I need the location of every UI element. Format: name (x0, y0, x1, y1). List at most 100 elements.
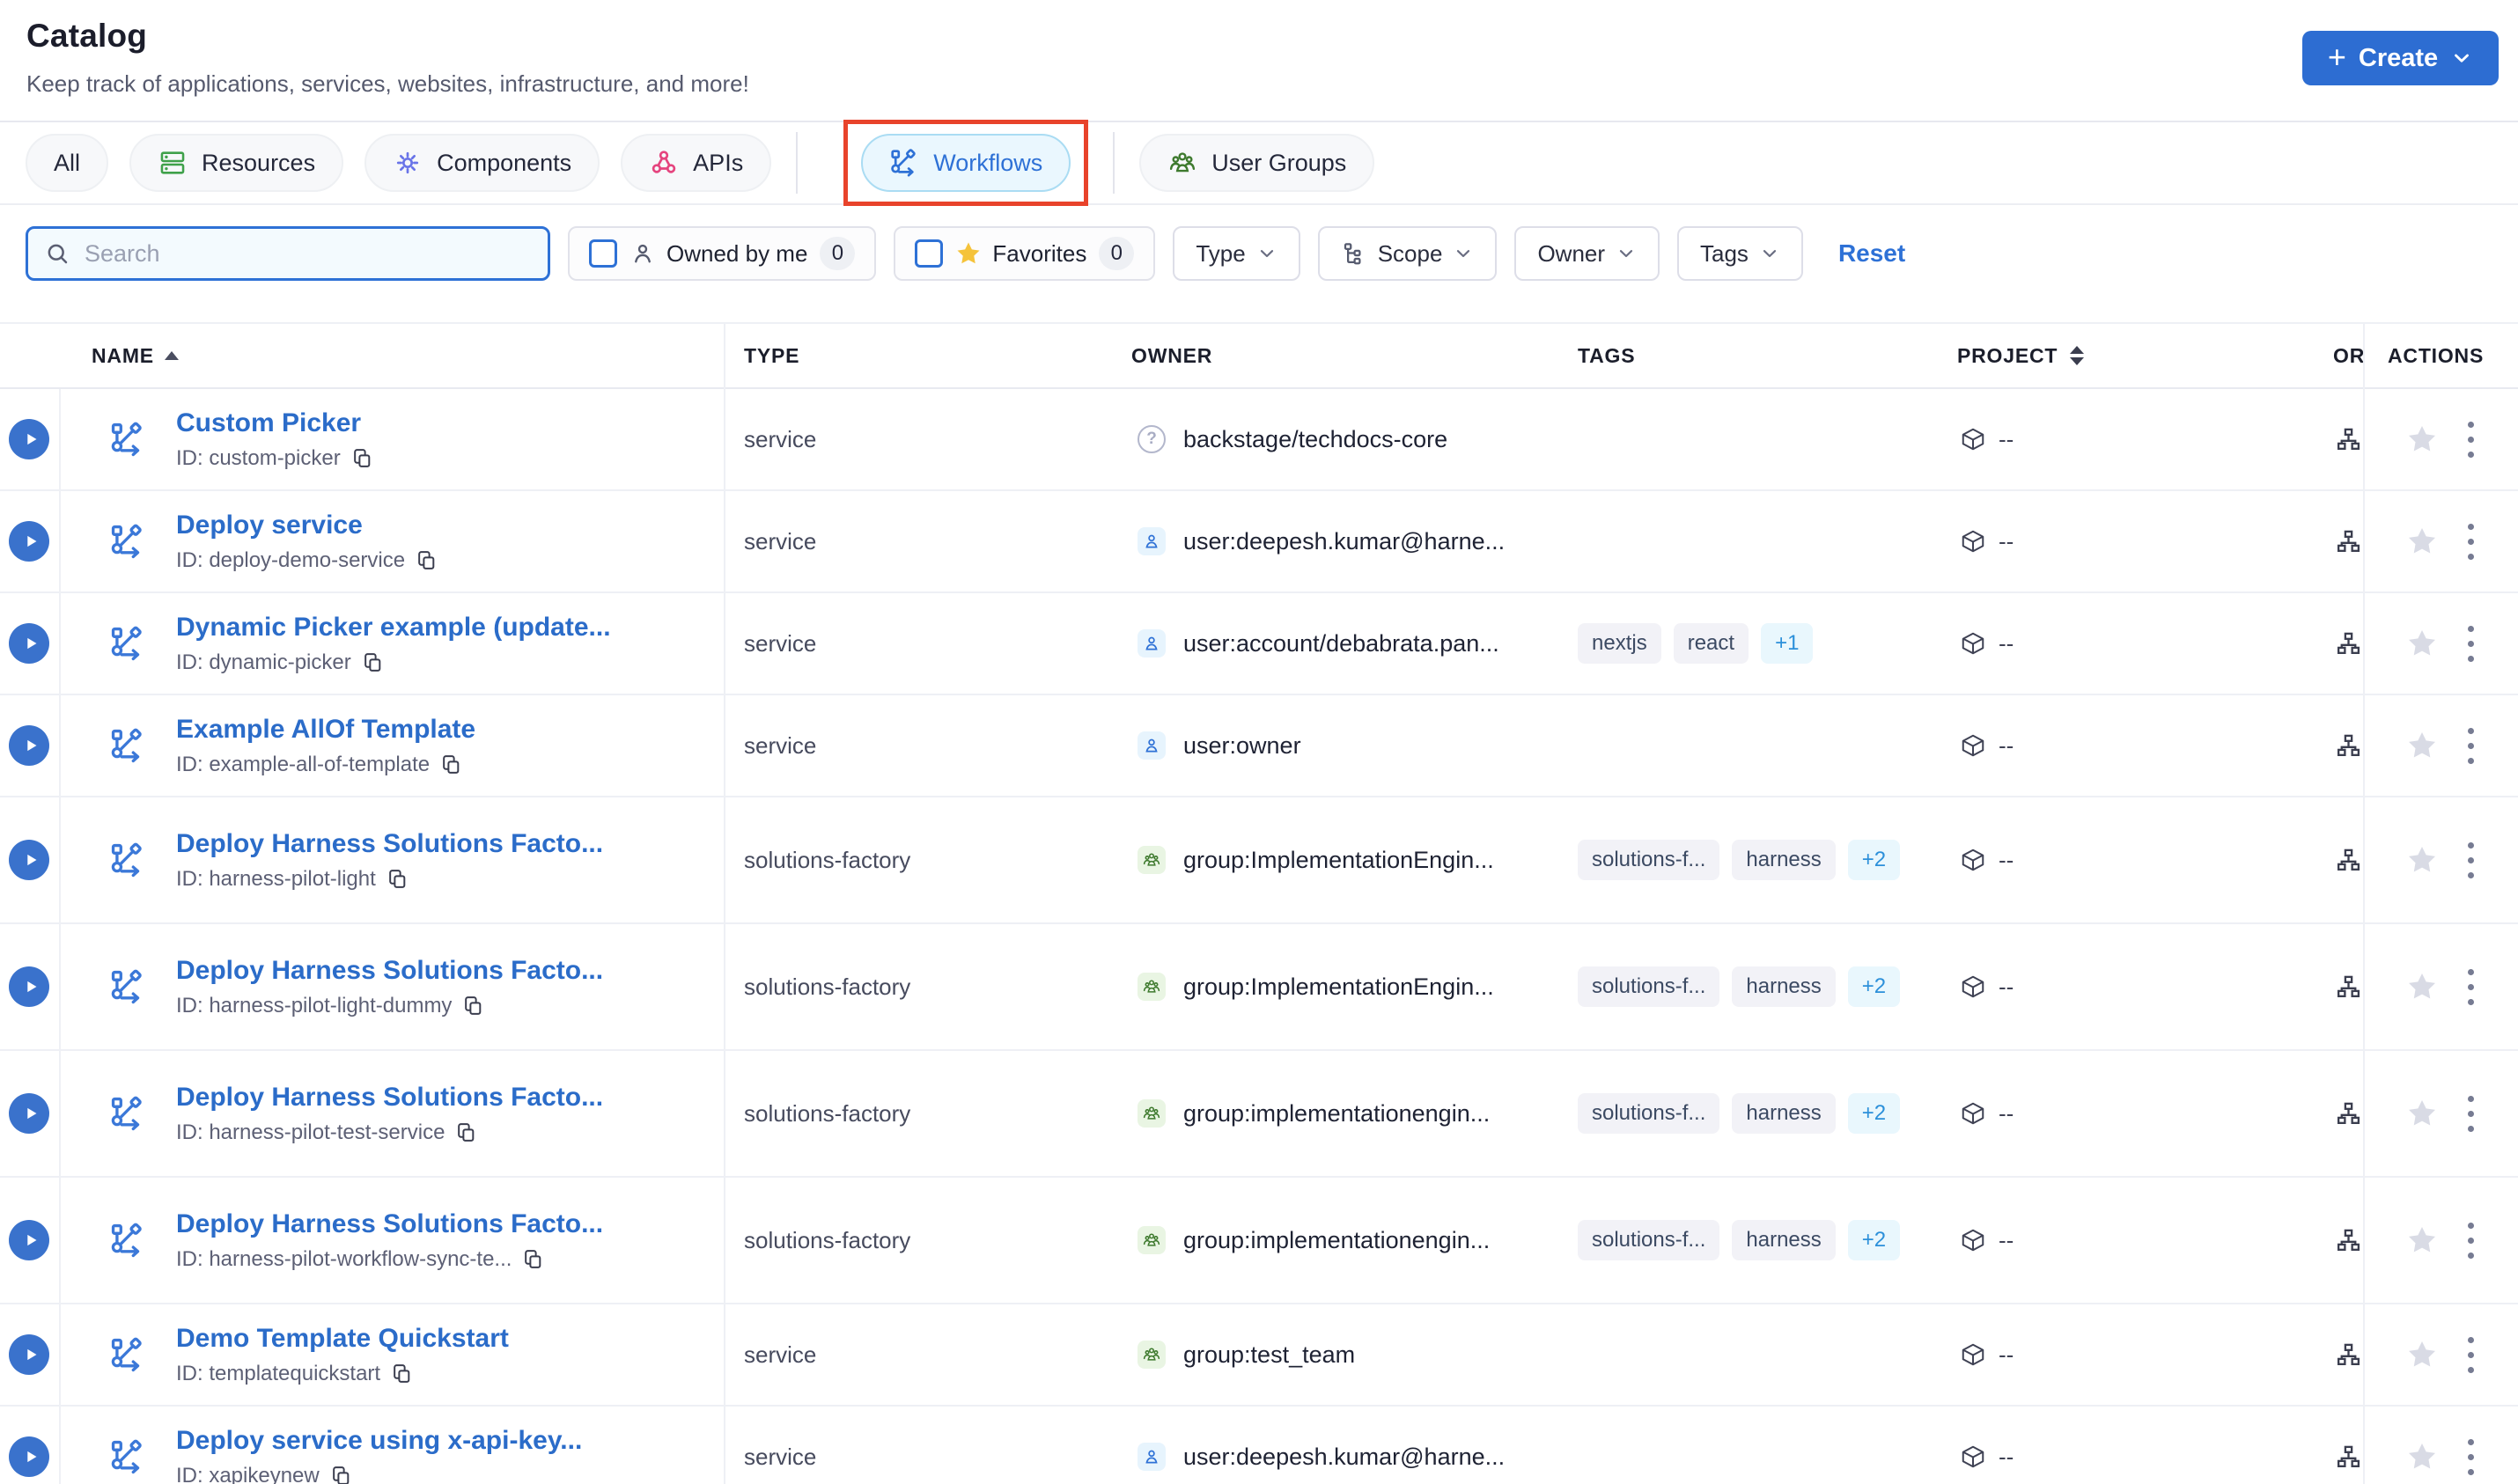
tab-workflows[interactable]: Workflows (861, 134, 1071, 192)
org-chart-icon[interactable] (2335, 1444, 2362, 1471)
favorite-star-icon[interactable] (2406, 1441, 2438, 1473)
column-header-project[interactable]: PROJECT (1957, 324, 2085, 387)
workflow-name-link[interactable]: Deploy Harness Solutions Facto... (176, 1209, 603, 1239)
kebab-menu-icon[interactable] (2464, 1436, 2478, 1479)
tab-resources[interactable]: Resources (129, 134, 344, 192)
tag-pill[interactable]: harness (1732, 840, 1836, 880)
tag-pill[interactable]: react (1673, 623, 1749, 664)
favorite-star-icon[interactable] (2406, 844, 2438, 876)
copy-icon[interactable] (416, 549, 438, 571)
run-workflow-button[interactable] (9, 1220, 49, 1260)
org-chart-icon[interactable] (2335, 630, 2362, 658)
favorite-star-icon[interactable] (2406, 730, 2438, 761)
more-tags-pill[interactable]: +2 (1847, 1220, 1901, 1260)
more-tags-pill[interactable]: +1 (1761, 623, 1814, 664)
favorite-star-icon[interactable] (2406, 423, 2438, 455)
more-tags-pill[interactable]: +2 (1847, 1093, 1901, 1134)
copy-icon[interactable] (440, 753, 462, 775)
tag-pill[interactable]: solutions-f... (1578, 840, 1720, 880)
favorite-star-icon[interactable] (2406, 1098, 2438, 1129)
type-dropdown[interactable]: Type (1173, 226, 1300, 281)
more-tags-pill[interactable]: +2 (1847, 966, 1901, 1007)
copy-icon[interactable] (455, 1121, 477, 1143)
tags-dropdown[interactable]: Tags (1677, 226, 1803, 281)
copy-icon[interactable] (391, 1363, 413, 1385)
kebab-menu-icon[interactable] (2464, 1219, 2478, 1262)
favorite-star-icon[interactable] (2406, 628, 2438, 659)
workflow-name-link[interactable]: Demo Template Quickstart (176, 1324, 509, 1354)
org-chart-icon[interactable] (2335, 1100, 2362, 1128)
run-workflow-button[interactable] (9, 725, 49, 766)
copy-icon[interactable] (387, 868, 409, 890)
run-workflow-button[interactable] (9, 623, 49, 664)
copy-icon[interactable] (351, 447, 373, 469)
search-input[interactable] (83, 239, 532, 268)
tag-pill[interactable]: nextjs (1578, 623, 1661, 664)
org-chart-icon[interactable] (2335, 973, 2362, 1001)
favorite-star-icon[interactable] (2406, 1224, 2438, 1256)
workflow-name-link[interactable]: Dynamic Picker example (update... (176, 613, 611, 643)
org-chart-icon[interactable] (2335, 528, 2362, 555)
owned-by-me-filter[interactable]: Owned by me 0 (568, 226, 877, 281)
owned-by-me-checkbox[interactable] (589, 239, 617, 268)
column-header-type[interactable]: TYPE (744, 324, 799, 387)
org-chart-icon[interactable] (2335, 1341, 2362, 1369)
tab-user-groups[interactable]: User Groups (1139, 134, 1375, 192)
tag-pill[interactable]: harness (1732, 1093, 1836, 1134)
favorite-star-icon[interactable] (2406, 525, 2438, 557)
run-workflow-button[interactable] (9, 1436, 49, 1477)
tag-pill[interactable]: solutions-f... (1578, 966, 1720, 1007)
kebab-menu-icon[interactable] (2464, 1092, 2478, 1135)
tab-apis[interactable]: APIs (621, 134, 772, 192)
kebab-menu-icon[interactable] (2464, 724, 2478, 768)
tag-pill[interactable]: solutions-f... (1578, 1220, 1720, 1260)
run-workflow-button[interactable] (9, 840, 49, 880)
kebab-menu-icon[interactable] (2464, 622, 2478, 665)
workflow-name-link[interactable]: Deploy service using x-api-key... (176, 1426, 582, 1456)
tag-pill[interactable]: harness (1732, 1220, 1836, 1260)
favorites-filter[interactable]: Favorites 0 (894, 226, 1156, 281)
more-tags-pill[interactable]: +2 (1847, 840, 1901, 880)
column-header-name[interactable]: NAME (92, 324, 179, 387)
workflow-name-link[interactable]: Deploy Harness Solutions Facto... (176, 829, 603, 859)
column-header-owner[interactable]: OWNER (1131, 324, 1212, 387)
kebab-menu-icon[interactable] (2464, 839, 2478, 882)
workflow-name-link[interactable]: Deploy Harness Solutions Facto... (176, 956, 603, 986)
tab-all[interactable]: All (26, 134, 109, 192)
workflow-name-link[interactable]: Deploy service (176, 511, 438, 540)
favorite-star-icon[interactable] (2406, 971, 2438, 1003)
kebab-menu-icon[interactable] (2464, 1333, 2478, 1377)
favorite-star-icon[interactable] (2406, 1339, 2438, 1370)
favorites-checkbox[interactable] (915, 239, 944, 268)
scope-dropdown[interactable]: Scope (1317, 226, 1498, 281)
workflow-icon (109, 625, 146, 662)
org-chart-icon[interactable] (2335, 732, 2362, 760)
kebab-menu-icon[interactable] (2464, 418, 2478, 461)
column-header-tags[interactable]: TAGS (1578, 324, 1635, 387)
copy-icon[interactable] (330, 1465, 352, 1484)
copy-icon[interactable] (462, 995, 484, 1017)
tag-pill[interactable]: solutions-f... (1578, 1093, 1720, 1134)
org-chart-icon[interactable] (2335, 1227, 2362, 1254)
kebab-menu-icon[interactable] (2464, 966, 2478, 1009)
run-workflow-button[interactable] (9, 1093, 49, 1134)
run-workflow-button[interactable] (9, 1334, 49, 1375)
org-chart-icon[interactable] (2335, 426, 2362, 453)
run-workflow-button[interactable] (9, 419, 49, 459)
workflow-name-link[interactable]: Custom Picker (176, 408, 373, 438)
run-workflow-button[interactable] (9, 966, 49, 1007)
owner-dropdown[interactable]: Owner (1514, 226, 1660, 281)
type-value: service (744, 629, 817, 657)
tab-components[interactable]: Components (364, 134, 600, 192)
reset-filters-link[interactable]: Reset (1838, 239, 1905, 268)
workflow-name-link[interactable]: Deploy Harness Solutions Facto... (176, 1083, 603, 1113)
org-chart-icon[interactable] (2335, 847, 2362, 874)
name-stack: Deploy service ID: deploy-demo-service (176, 511, 438, 573)
copy-icon[interactable] (522, 1248, 544, 1270)
kebab-menu-icon[interactable] (2464, 520, 2478, 563)
workflow-name-link[interactable]: Example AllOf Template (176, 715, 475, 745)
create-button[interactable]: + Create (2302, 31, 2499, 85)
run-workflow-button[interactable] (9, 521, 49, 562)
copy-icon[interactable] (362, 651, 384, 673)
tag-pill[interactable]: harness (1732, 966, 1836, 1007)
